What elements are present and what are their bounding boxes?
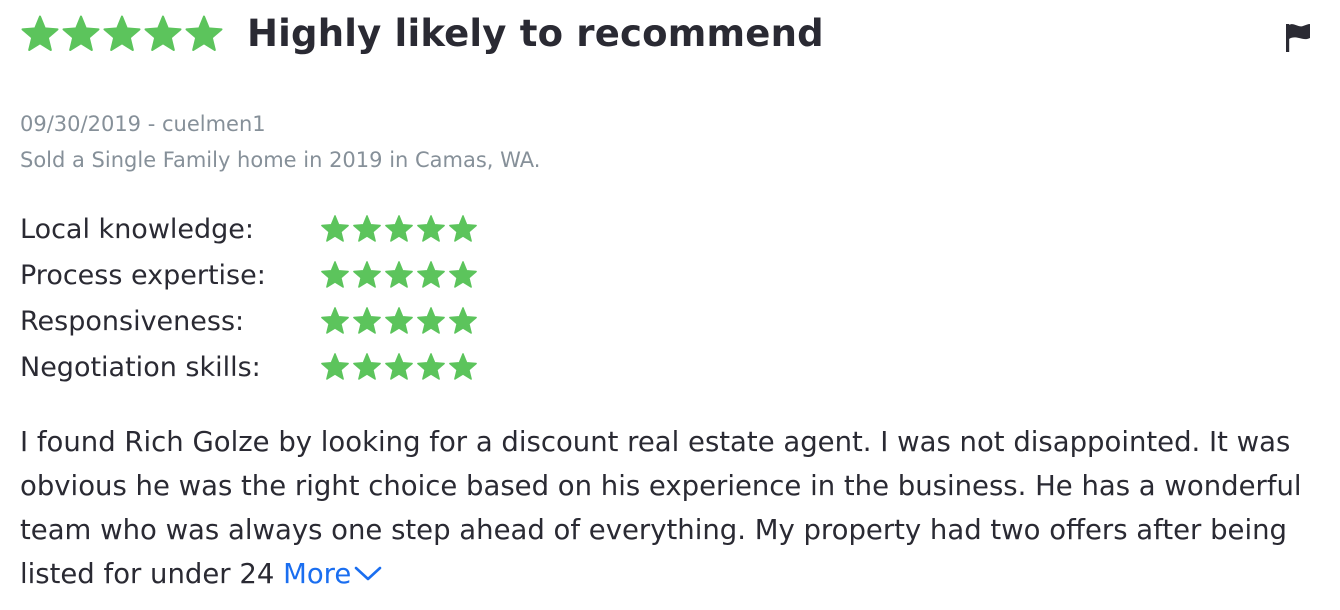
- star-icon: [103, 15, 141, 51]
- sub-rating-label: Negotiation skills:: [20, 351, 261, 383]
- sub-rating-local-knowledge: Local knowledge:: [20, 206, 480, 252]
- overall-rating-stars: [20, 14, 225, 54]
- star-icon: [449, 215, 477, 242]
- sub-rating-label: Process expertise:: [20, 259, 266, 291]
- review-title: Highly likely to recommend: [247, 12, 824, 55]
- star-icon: [21, 15, 59, 51]
- star-icon: [321, 353, 349, 380]
- star-icon: [417, 307, 445, 334]
- star-icon: [417, 353, 445, 380]
- star-icon: [144, 15, 182, 51]
- sub-rating-label: Responsiveness:: [20, 305, 245, 337]
- star-icon: [385, 215, 413, 242]
- star-icon: [449, 353, 477, 380]
- sub-rating-stars: [320, 306, 480, 336]
- sub-rating-stars: [320, 214, 480, 244]
- review-meta: 09/30/2019 - cuelmen1 Sold a Single Fami…: [20, 106, 540, 178]
- star-icon: [385, 353, 413, 380]
- more-label: More: [283, 558, 352, 590]
- review-date-user: 09/30/2019 - cuelmen1: [20, 112, 266, 136]
- star-icon: [417, 215, 445, 242]
- sub-rating-responsiveness: Responsiveness:: [20, 298, 480, 344]
- star-icon: [353, 307, 381, 334]
- sub-rating-label: Local knowledge:: [20, 213, 255, 245]
- sub-rating-process-expertise: Process expertise:: [20, 252, 480, 298]
- review-text: I found Rich Golze by looking for a disc…: [20, 426, 1302, 590]
- star-icon: [321, 307, 349, 334]
- sub-rating-stars: [320, 260, 480, 290]
- sub-rating-stars: [320, 352, 480, 382]
- review-header: Highly likely to recommend: [20, 12, 824, 55]
- star-icon: [62, 15, 100, 51]
- sub-ratings: Local knowledge: Process expertise: Resp…: [20, 206, 480, 390]
- star-icon: [353, 215, 381, 242]
- star-icon: [185, 15, 223, 51]
- star-icon: [321, 215, 349, 242]
- sub-rating-negotiation-skills: Negotiation skills:: [20, 344, 480, 390]
- chevron-down-icon: [354, 566, 382, 581]
- flag-icon[interactable]: [1284, 22, 1312, 54]
- star-icon: [385, 307, 413, 334]
- star-icon: [353, 261, 381, 288]
- review-body: I found Rich Golze by looking for a disc…: [20, 420, 1325, 596]
- star-icon: [449, 307, 477, 334]
- more-link[interactable]: More: [283, 558, 383, 590]
- star-icon: [321, 261, 349, 288]
- review-transaction: Sold a Single Family home in 2019 in Cam…: [20, 148, 541, 172]
- star-icon: [449, 261, 477, 288]
- star-icon: [417, 261, 445, 288]
- star-icon: [353, 353, 381, 380]
- star-icon: [385, 261, 413, 288]
